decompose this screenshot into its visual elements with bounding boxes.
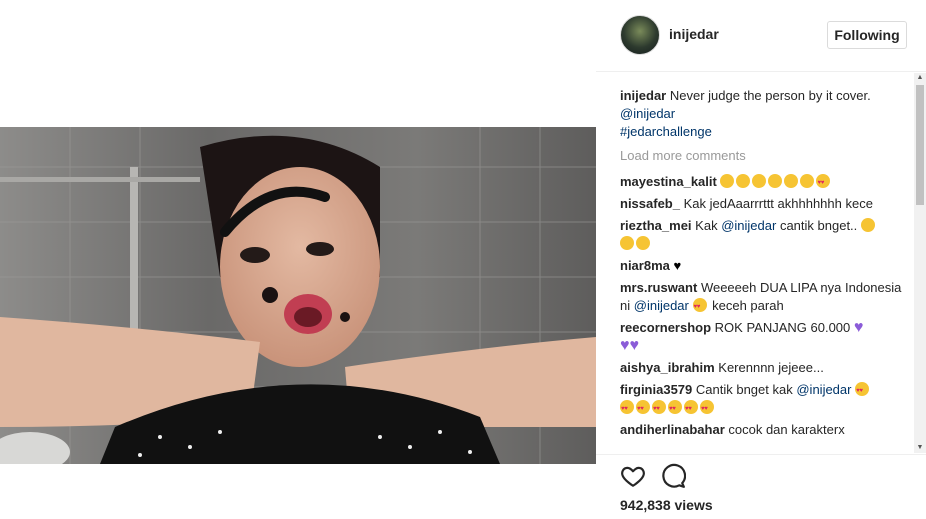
comment-username[interactable]: niar8ma — [620, 258, 670, 273]
comment-row: mayestina_kalit — [620, 173, 910, 192]
heart-eyes-emoji-icon — [816, 174, 831, 192]
purple-heart-icon: ♥ — [629, 337, 640, 354]
comment-row: mrs.ruswant Weeeeeh DUA LIPA nya Indones… — [620, 279, 910, 316]
comment-row: aishya_ibrahim Kerennnn jejeee... — [620, 359, 910, 377]
comment-row: firginia3579 Cantik bnget kak @inijedar — [620, 381, 910, 418]
black-heart-icon: ♥ — [673, 258, 682, 273]
post-actions: 942,838 views — [596, 454, 926, 519]
heart-eyes-emoji-icon — [700, 400, 714, 418]
caption-mention[interactable]: @inijedar — [620, 106, 675, 121]
heart-eyes-emoji-icon — [620, 400, 634, 418]
comment-text: Kak — [695, 218, 718, 233]
heart-eyes-emoji-icon — [668, 400, 682, 418]
smile-emoji-icon — [784, 174, 799, 188]
post-sidebar: inijedar Following inijedar Never judge … — [596, 0, 926, 519]
heart-eyes-emoji-icon — [684, 400, 698, 418]
comment-username[interactable]: aishya_ibrahim — [620, 360, 715, 375]
comment-row: nissafeb_ Kak jedAaarrrttt akhhhhhhh kec… — [620, 195, 910, 213]
comment-username[interactable]: firginia3579 — [620, 382, 692, 397]
view-count-number: 942,838 — [620, 497, 671, 513]
comment-mention[interactable]: @inijedar — [796, 382, 851, 397]
scrollbar-thumb[interactable] — [916, 85, 924, 205]
heart-eyes-emoji-icon — [855, 382, 870, 400]
view-count-suffix: views — [674, 497, 713, 513]
yum-emoji-icon — [636, 236, 650, 250]
video-frame-image — [0, 127, 596, 464]
comment-row: reecornershop ROK PANJANG 60.000 ♥ ♥♥ — [620, 319, 910, 355]
comment-text: cantik bnget.. — [779, 218, 858, 233]
comment-row: andiherlinabahar cocok dan karakterx — [620, 421, 910, 439]
scroll-down-arrow-icon[interactable]: ▼ — [914, 443, 926, 453]
heart-eyes-emoji-icon — [652, 400, 666, 418]
smile-emoji-icon — [720, 174, 735, 188]
caption-hashtag[interactable]: #jedarchallenge — [620, 124, 712, 139]
comment-username[interactable]: reecornershop — [620, 320, 711, 335]
comment-text: ROK PANJANG 60.000 — [714, 320, 851, 335]
yum-emoji-icon — [620, 236, 634, 250]
yum-emoji-icon — [860, 218, 875, 232]
post-video[interactable] — [0, 127, 596, 464]
load-more-comments-link[interactable]: Load more comments — [620, 147, 910, 165]
emoji-group — [720, 174, 832, 192]
comment-mention[interactable]: @inijedar — [721, 218, 776, 233]
comment-text: cocok dan karakterx — [728, 422, 845, 437]
comment-text: Kak jedAaarrrttt akhhhhhhh kece — [683, 196, 873, 211]
header-username[interactable]: inijedar — [669, 26, 719, 42]
caption: inijedar Never judge the person by it co… — [620, 87, 910, 141]
comment-username[interactable]: mrs.ruswant — [620, 280, 697, 295]
comment-mention[interactable]: @inijedar — [634, 298, 689, 313]
comment-username[interactable]: nissafeb_ — [620, 196, 680, 211]
caption-username[interactable]: inijedar — [620, 88, 666, 103]
comment-username[interactable]: rieztha_mei — [620, 218, 692, 233]
post-header: inijedar Following — [596, 0, 926, 72]
comment-text: keceh parah — [712, 298, 784, 313]
view-count: 942,838 views — [620, 497, 713, 513]
comment-username[interactable]: mayestina_kalit — [620, 174, 717, 189]
smile-emoji-icon — [800, 174, 815, 188]
following-button[interactable]: Following — [827, 21, 907, 49]
comments-scrollbar[interactable]: ▲ ▼ — [914, 73, 926, 453]
smile-emoji-icon — [736, 174, 751, 188]
comment-row: niar8ma ♥ — [620, 257, 910, 275]
heart-outline-icon[interactable] — [620, 463, 646, 489]
comment-text: Kerennnn jejeee... — [718, 360, 824, 375]
heart-eyes-emoji-icon — [692, 298, 707, 316]
caption-text: Never judge the person by it cover. — [669, 88, 871, 103]
purple-heart-icon: ♥ — [620, 337, 630, 354]
scroll-up-arrow-icon[interactable]: ▲ — [914, 73, 926, 83]
smile-emoji-icon — [752, 174, 767, 188]
comments-list: inijedar Never judge the person by it co… — [620, 87, 910, 453]
comment-text: Cantik bnget kak — [695, 382, 793, 397]
avatar[interactable] — [620, 15, 660, 55]
heart-eyes-emoji-icon — [636, 400, 650, 418]
purple-heart-icon: ♥ — [853, 319, 864, 336]
smile-emoji-icon — [768, 174, 783, 188]
speech-bubble-icon[interactable] — [660, 463, 686, 489]
comment-username[interactable]: andiherlinabahar — [620, 422, 725, 437]
comment-row: rieztha_mei Kak @inijedar cantik bnget.. — [620, 217, 910, 253]
